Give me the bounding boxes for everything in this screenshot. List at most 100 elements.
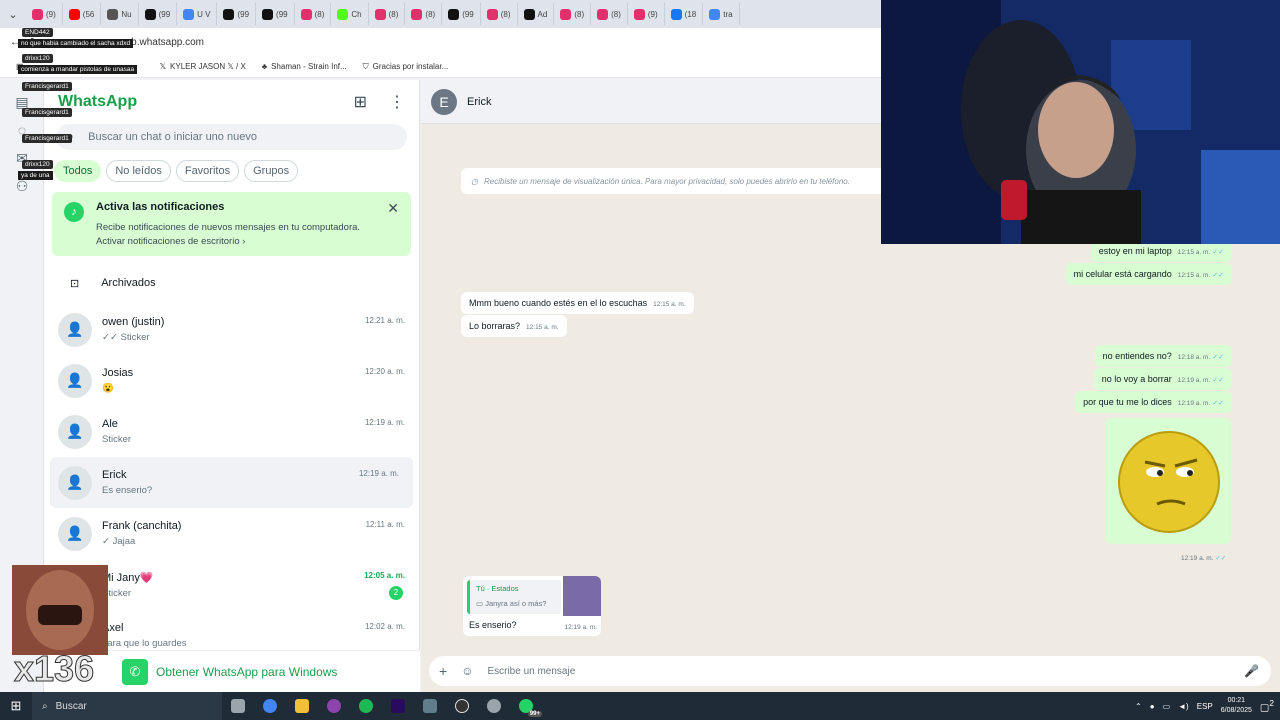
network-icon[interactable]: ▭ [1163,702,1171,711]
stream-chat-message: comienza a mandar pistolas de unasaa [18,65,138,74]
communities-icon[interactable]: ⚇ [13,178,31,196]
archived-row[interactable]: ⊡ Archivados [44,262,419,304]
calculator-icon[interactable] [414,692,446,720]
taskbar-search[interactable]: ⌕ Buscar [32,692,222,720]
premiere-icon[interactable] [382,692,414,720]
chat-last-message: 😮 [102,383,114,394]
tab-search-chevron-icon[interactable]: ⌄ [0,8,26,21]
chat-time: 12:19 a. m. [358,469,399,478]
bookmark-item[interactable]: 𝕏 KYLER JASON 𝕏 / X [160,62,246,71]
tab-label: (8) [314,9,325,19]
view-once-icon: ◷ [471,176,478,186]
chat-search-input[interactable]: ⌕ Buscar un chat o iniciar uno nuevo [56,124,407,150]
chat-row[interactable]: 👤 Erick Es enserio? 12:19 a. m. [50,457,413,508]
tab-label: Nu [121,9,132,19]
obs-icon[interactable] [446,692,478,720]
filter-chip[interactable]: Grupos [244,160,299,182]
message-composer[interactable]: + ☺ Escribe un mensaje 🎤 [429,656,1271,686]
outgoing-message[interactable]: no entiendes no? 12:18 a. m. ✓✓ [1094,345,1232,367]
close-icon[interactable]: ✕ [387,200,399,217]
chat-time: 12:21 a. m. [364,316,405,325]
facebook-icon [670,8,682,20]
chat-filters: Todos No leídos Favoritos Grupos [44,150,419,182]
chat-last-message: ✓✓ Sticker [102,332,150,343]
tab-label: (99 [276,9,288,19]
browser-tab[interactable]: Ch [331,3,369,25]
browser-tab[interactable]: (9) [26,3,63,25]
read-ticks-icon: ✓✓ [1212,272,1224,279]
tab-label: Ch [351,9,362,19]
plus-icon[interactable]: + [439,663,447,679]
youtube-icon [68,8,80,20]
instagram-icon [300,8,312,20]
browser-tab[interactable]: (99 [256,3,295,25]
chat-last-message: para que lo guardes [102,638,187,649]
microphone-icon[interactable]: 🎤 [1244,664,1259,678]
stream-chat-user: Francisgerard1 [22,134,72,143]
shield-icon: ⛉ [362,61,369,71]
outgoing-message[interactable]: no lo voy a borrar 12:19 a. m. ✓✓ [1093,368,1232,390]
outgoing-message[interactable]: por que tu me lo dices 12:19 a. m. ✓✓ [1075,391,1232,413]
tiktok-icon [523,8,535,20]
menu-dots-icon[interactable]: ⋮ [389,92,405,112]
filter-chip[interactable]: Favoritos [175,160,240,182]
chat-row[interactable]: 👤 Frank (canchita) ✓ Jajaa 12:11 a. m. [44,508,419,559]
notifications-icon[interactable]: ▢2 [1260,698,1274,713]
new-chat-icon[interactable]: ⊞ [354,92,367,112]
bookmark-item[interactable]: ⛉ Gracias por instalar... [363,62,449,72]
incoming-message[interactable]: Mmm bueno cuando estés en el lo escuchas… [461,292,694,314]
browser-tab[interactable]: (8) [591,3,628,25]
windows-start-icon[interactable]: ⊞ [0,698,32,714]
stream-chat-user: Francisgerard1 [22,82,72,91]
bookmark-item[interactable]: ♣ Shaman - Strain Inf... [262,62,347,71]
video-icon: ▭ [476,599,484,608]
browser-tab[interactable]: tra [703,3,740,25]
browser-tab[interactable]: Nu [101,3,139,25]
message-input[interactable]: Escribe un mensaje [487,666,575,677]
browser-tab[interactable]: (18 [665,3,704,25]
chevron-up-icon[interactable]: ⌃ [1135,702,1142,711]
browser-tab[interactable]: (99 [139,3,178,25]
search-icon: ⌕ [42,700,48,712]
browser-tab[interactable]: (99 [442,3,481,25]
emoji-icon[interactable]: ☺ [461,664,473,678]
task-view-icon[interactable] [222,692,254,720]
chat-time: 12:11 a. m. [365,520,405,529]
quoted-status[interactable]: Tú · Estados ▭ Janyra así o más? [467,580,561,614]
whatsapp-taskbar-icon[interactable]: 99+ [510,692,542,720]
filter-chip[interactable]: Todos [54,160,102,182]
incoming-message[interactable]: Lo borraras? 12:15 a. m. [461,315,567,337]
browser-icon[interactable] [318,692,350,720]
reply-message[interactable]: Tú · Estados ▭ Janyra así o más? Es ense… [463,576,601,636]
mic-tray-icon[interactable]: ● [1150,702,1155,711]
filter-chip[interactable]: No leídos [106,160,171,182]
browser-tab[interactable]: (99 [217,3,257,25]
avatar: 👤 [58,516,92,551]
browser-tab[interactable]: (8) [554,3,592,25]
app-icon[interactable] [478,692,510,720]
outgoing-message[interactable]: mi celular está cargando 12:15 a. m. ✓✓ [1065,263,1232,285]
chrome-icon[interactable] [254,692,286,720]
chat-row[interactable]: 👤 owen (justin) ✓✓ Sticker 12:21 a. m. [44,304,419,355]
spotify-icon[interactable] [350,692,382,720]
browser-tab[interactable]: (9) [628,3,665,25]
chat-row[interactable]: 👤 Ale Sticker 12:19 a. m. [44,406,419,457]
browser-tab[interactable]: (8) [369,3,406,25]
file-explorer-icon[interactable] [286,692,318,720]
whatsapp-logo-icon: ✆ [122,658,148,685]
volume-icon[interactable]: ◄) [1178,702,1189,711]
browser-tab[interactable]: (8) [405,3,443,25]
sticker-image[interactable] [1105,418,1231,544]
google-icon [709,8,721,20]
browser-tab[interactable]: U V [177,3,218,25]
status-thumbnail[interactable] [563,576,601,616]
enable-notifications-link[interactable]: Activar notificaciones de escritorio › [96,236,245,247]
language-indicator[interactable]: ESP [1197,702,1213,711]
clock[interactable]: 00:21 6/08/2025 [1221,696,1252,716]
contact-avatar[interactable]: E [431,88,457,115]
chat-row[interactable]: 👤 Josias 😮 12:20 a. m. [44,355,419,406]
browser-tab[interactable]: (56 [63,3,102,25]
browser-tab[interactable]: (8) [481,3,518,25]
browser-tab[interactable]: (8) [295,3,332,25]
browser-tab[interactable]: Ad [518,3,555,25]
